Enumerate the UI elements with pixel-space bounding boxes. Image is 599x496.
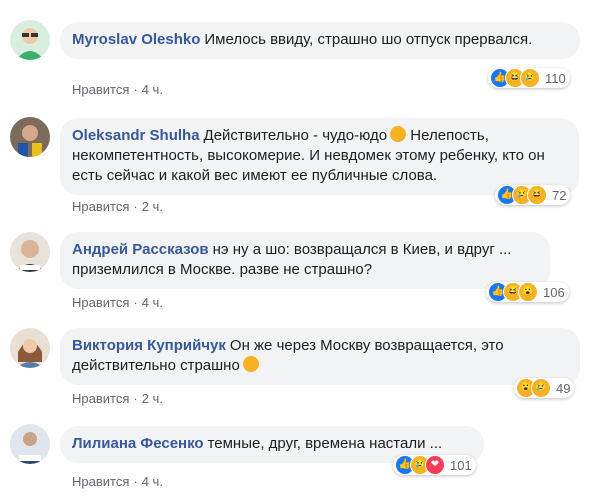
comment-text: Имелось ввиду, страшно шо отпуск прервал… <box>204 31 533 48</box>
like-link[interactable]: Нравится <box>72 474 129 489</box>
like-link[interactable]: Нравится <box>72 82 129 97</box>
comment-bubble: Андрей Рассказов нэ ну а шо: возвращался … <box>60 232 550 289</box>
comment-time[interactable]: 4 ч. <box>142 82 163 97</box>
comment-author[interactable]: Лилиана Фесенко <box>72 435 204 452</box>
comment-time[interactable]: 2 ч. <box>142 199 163 214</box>
like-link[interactable]: Нравится <box>72 391 129 406</box>
reaction-count: 106 <box>543 284 565 300</box>
separator: · <box>133 391 138 406</box>
comment-text: Действительно - чудо-юдо <box>203 127 388 144</box>
separator: · <box>133 295 138 310</box>
comment-meta: Нравится · 4 ч. <box>72 82 163 97</box>
avatar-image <box>10 20 50 60</box>
like-link[interactable]: Нравится <box>72 199 129 214</box>
avatar-image <box>10 328 50 368</box>
separator: · <box>133 199 138 214</box>
reaction-count: 110 <box>545 70 566 86</box>
avatar-image <box>10 117 50 157</box>
comment-meta: Нравится · 4 ч. <box>72 474 163 489</box>
avatar[interactable] <box>10 20 50 60</box>
reactions-summary[interactable]: 😮 😢 49 <box>514 378 575 398</box>
comment-time[interactable]: 4 ч. <box>142 474 163 489</box>
separator: · <box>133 82 138 97</box>
avatar-image <box>10 424 50 464</box>
reaction-count: 72 <box>552 187 567 203</box>
reactions-summary[interactable]: 👍 😢 ❤ 101 <box>393 455 476 475</box>
comment-author[interactable]: Виктория Куприйчук <box>72 337 226 354</box>
love-icon: ❤ <box>425 455 445 475</box>
reactions-summary[interactable]: 👍 😢 😆 72 <box>495 185 571 205</box>
comment-bubble: Myroslav Oleshko Имелось ввиду, страшно ш… <box>60 22 580 59</box>
reactions-summary[interactable]: 👍 😆 😮 106 <box>486 282 569 302</box>
comment-meta: Нравится · 4 ч. <box>72 295 163 310</box>
comment-author[interactable]: Myroslav Oleshko <box>72 31 200 48</box>
laugh-icon: 😆 <box>527 185 547 205</box>
separator: · <box>133 474 138 489</box>
sad-icon: 😢 <box>520 68 540 88</box>
smile-emoji-icon <box>242 356 259 372</box>
avatar[interactable] <box>10 328 50 368</box>
avatar[interactable] <box>10 424 50 464</box>
sad-icon: 😢 <box>531 378 551 398</box>
sad-emoji-icon <box>390 126 407 142</box>
comment-bubble: Oleksandr Shulha Действительно - чудо-юдо… <box>60 118 579 195</box>
comment-bubble: Виктория Куприйчук Он же через Москву воз… <box>60 328 580 385</box>
like-link[interactable]: Нравится <box>72 295 129 310</box>
reactions-summary[interactable]: 👍 😆 😢 110 <box>488 68 570 88</box>
comment-meta: Нравится · 2 ч. <box>72 391 163 406</box>
avatar-image <box>10 232 50 272</box>
reaction-count: 49 <box>556 380 571 396</box>
comment-author[interactable]: Oleksandr Shulha <box>72 127 200 144</box>
comment-time[interactable]: 4 ч. <box>142 295 163 310</box>
wow-icon: 😮 <box>518 282 538 302</box>
reaction-count: 101 <box>450 457 472 473</box>
avatar[interactable] <box>10 232 50 272</box>
comment-text: темные, друг, времена настали ... <box>207 435 443 452</box>
comment-author[interactable]: Андрей Рассказов <box>72 241 209 258</box>
comment-time[interactable]: 2 ч. <box>142 391 163 406</box>
avatar[interactable] <box>10 117 50 157</box>
comment-meta: Нравится · 2 ч. <box>72 199 163 214</box>
